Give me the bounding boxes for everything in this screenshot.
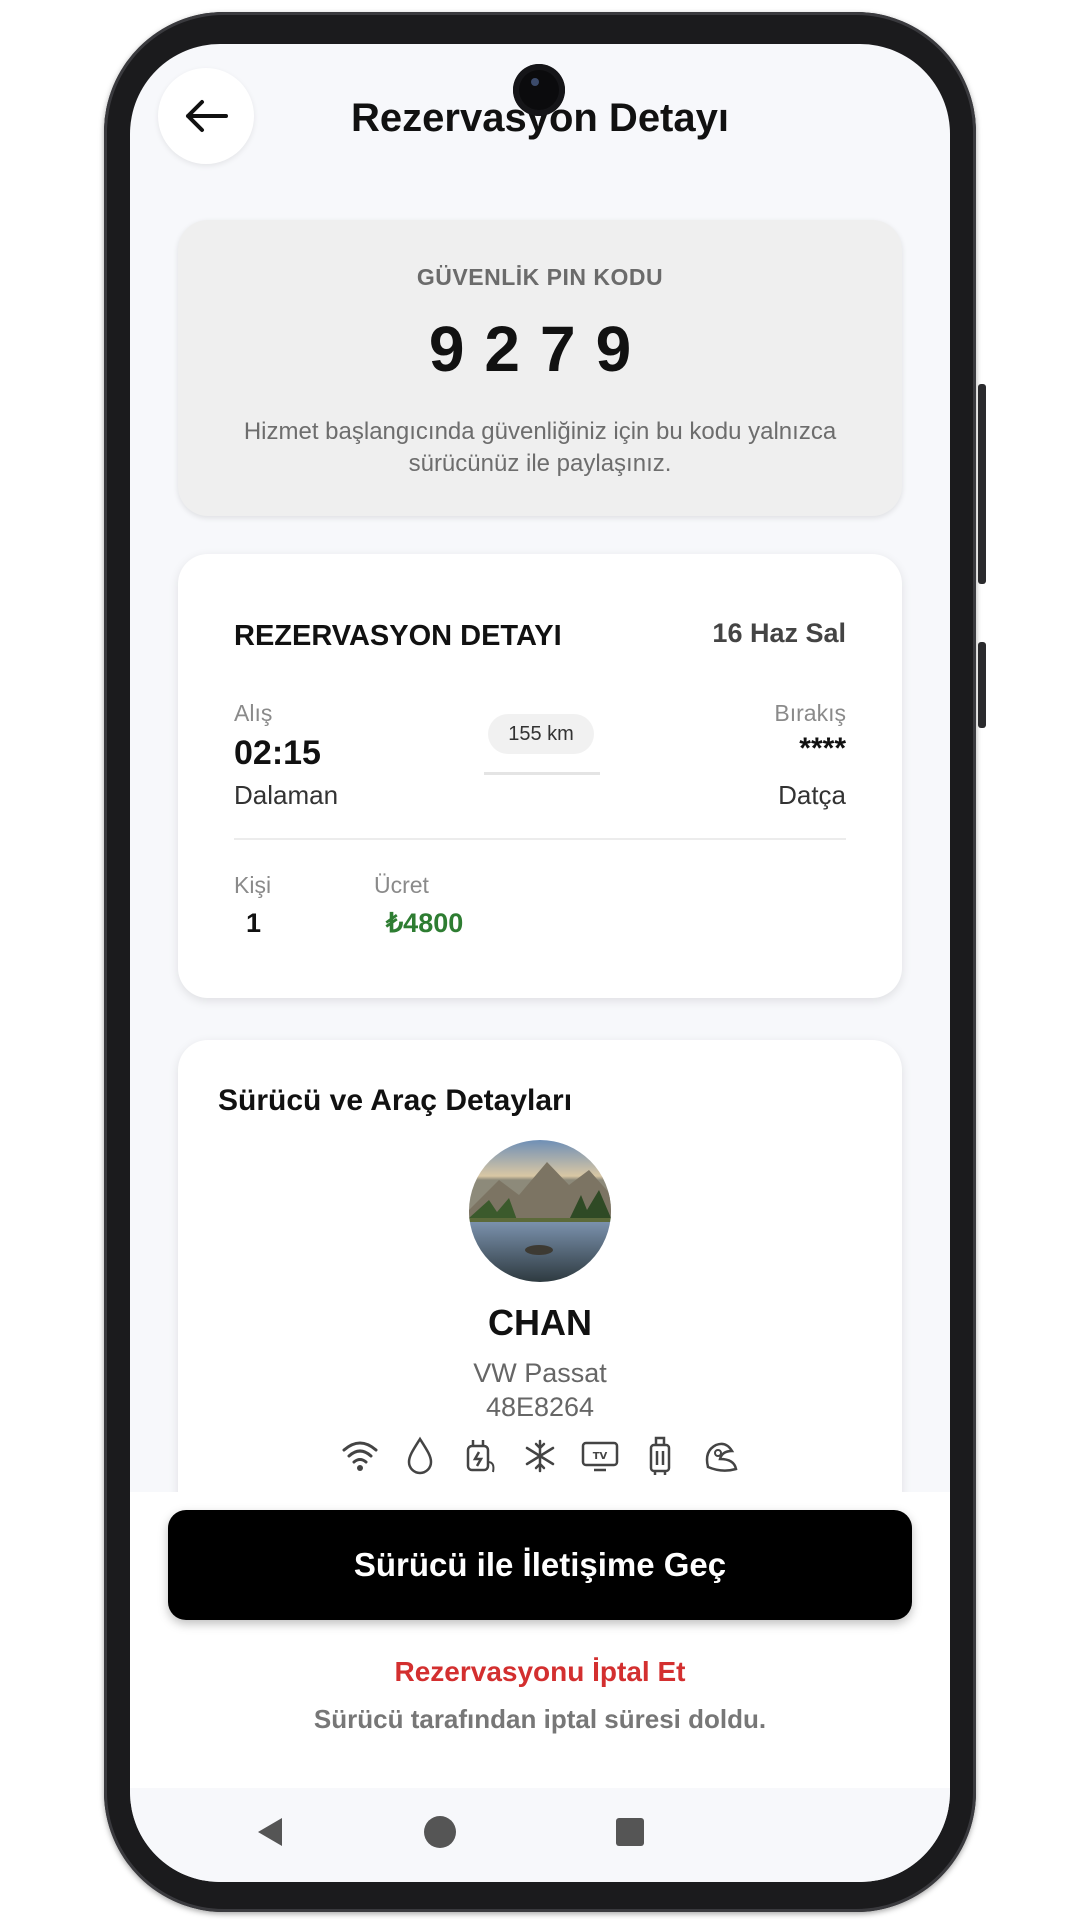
pickup-time: 02:15: [234, 734, 321, 772]
system-nav-bar: [130, 1788, 950, 1882]
bottom-actions: Sürücü ile İletişime Geç Rezervasyonu İp…: [130, 1492, 950, 1788]
dropoff-time: ****: [799, 732, 846, 765]
app-screen: Rezervasyon Detayı GÜVENLİK PIN KODU 927…: [130, 44, 950, 1882]
pin-label: GÜVENLİK PIN KODU: [416, 264, 664, 290]
air-conditioning-icon: [518, 1434, 562, 1478]
front-camera: [513, 64, 565, 116]
pickup-label: Alış: [234, 700, 273, 726]
driver-name: CHAN: [488, 1302, 592, 1343]
wifi-icon: [338, 1434, 382, 1478]
dropoff-place: Datça: [778, 780, 846, 810]
side-button: [978, 642, 986, 728]
reservation-card: REZERVASYON DETAYI 16 Haz Sal Alış 02:15…: [178, 554, 902, 998]
price-label: Ücret: [374, 872, 429, 898]
child-seat-icon: [698, 1434, 742, 1478]
side-button: [978, 384, 986, 584]
cancel-note: Sürücü tarafından iptal süresi doldu.: [313, 1704, 767, 1734]
home-nav-icon[interactable]: [416, 1808, 464, 1856]
persons-value: 1: [246, 908, 262, 938]
tv-icon: TV: [578, 1434, 622, 1478]
pin-note: Hizmet başlangıcında güvenliğiniz için b…: [243, 418, 837, 477]
car-model: VW Passat: [473, 1358, 607, 1388]
recents-nav-icon[interactable]: [606, 1808, 654, 1856]
cancel-reservation-link[interactable]: Rezervasyonu İptal Et: [130, 1656, 950, 1688]
pin-code: 9279: [428, 313, 652, 385]
route-line: [484, 772, 600, 775]
divider: [234, 838, 846, 840]
svg-text:TV: TV: [593, 1451, 608, 1462]
persons-label: Kişi: [234, 872, 272, 898]
driver-avatar: [469, 1140, 611, 1282]
price-value: ₺4800: [386, 908, 464, 938]
security-pin-card: GÜVENLİK PIN KODU 9279 Hizmet başlangıcı…: [178, 220, 902, 516]
reservation-date: 16 Haz Sal: [712, 618, 846, 648]
reservation-title: REZERVASYON DETAYI: [234, 620, 562, 652]
dropoff-label: Bırakış: [774, 700, 846, 726]
distance-badge: 155 km: [488, 714, 594, 754]
license-plate: 48E8264: [485, 1392, 595, 1422]
driver-section-title: Sürücü ve Araç Detayları: [218, 1084, 573, 1117]
pickup-place: Dalaman: [234, 780, 339, 810]
luggage-icon: [638, 1434, 682, 1478]
driver-vehicle-card: Sürücü ve Araç Detayları CHAN VW Passat …: [178, 1040, 902, 1500]
contact-driver-button[interactable]: Sürücü ile İletişime Geç: [168, 1510, 912, 1620]
amenities-row: TV: [178, 1434, 902, 1478]
charger-icon: [458, 1434, 502, 1478]
back-nav-icon[interactable]: [246, 1808, 294, 1856]
water-icon: [398, 1434, 442, 1478]
